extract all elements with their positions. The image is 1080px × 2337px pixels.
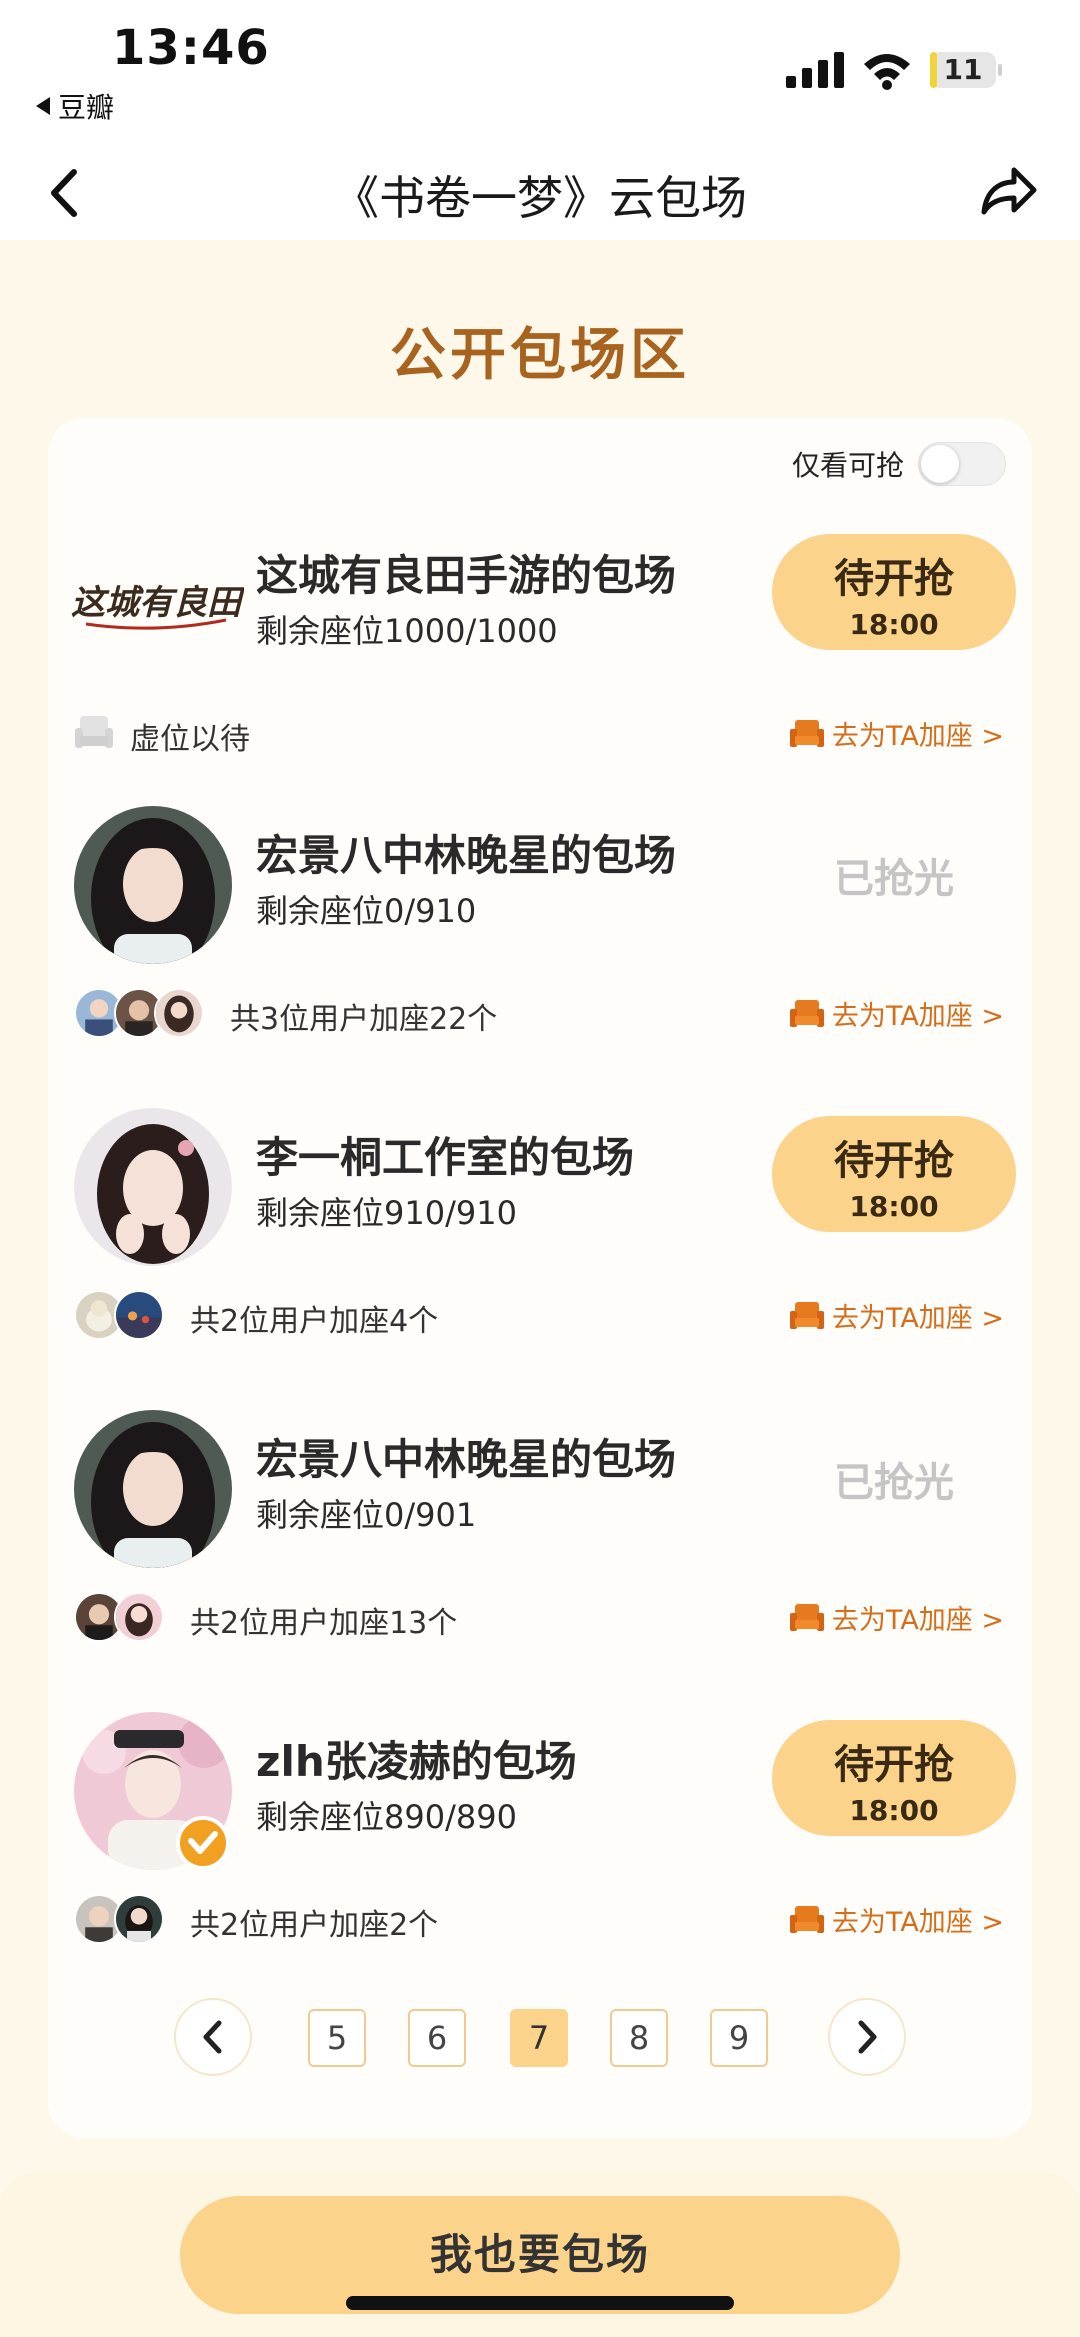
filter-toggle[interactable] bbox=[918, 442, 1006, 486]
item-footer: 虚位以待 去为TA加座 > bbox=[48, 708, 1032, 758]
back-app-label: 豆瓣 bbox=[58, 91, 115, 124]
status-bar: 13:46 豆瓣 11 bbox=[0, 0, 1080, 150]
sofa-icon bbox=[789, 999, 824, 1027]
contributor-avatar bbox=[154, 988, 204, 1038]
contributor-avatars bbox=[74, 1290, 164, 1340]
sofa-icon bbox=[789, 719, 824, 747]
footer-text: 共2位用户加座2个 bbox=[190, 1908, 439, 1943]
pagination: 5 6 7 8 9 bbox=[48, 1998, 1032, 2078]
grab-pending-button[interactable]: 待开抢 18:00 bbox=[772, 1116, 1016, 1232]
screening-title: 这城有良田手游的包场 bbox=[256, 551, 677, 600]
next-page-button[interactable] bbox=[828, 1998, 906, 2076]
page-8[interactable]: 8 bbox=[610, 2009, 668, 2067]
grab-start-time: 18:00 bbox=[849, 1794, 939, 1827]
screening-item[interactable]: 宏景八中林晚星的包场 剩余座位0/910 已抢光 共3位用户加座22个 去为TA… bbox=[48, 806, 1032, 1106]
filter-label: 仅看可抢 bbox=[791, 449, 904, 482]
add-seat-label: 去为TA加座 > bbox=[831, 1303, 1004, 1334]
screening-title: 李一桐工作室的包场 bbox=[256, 1133, 635, 1182]
contributor-avatars bbox=[74, 1894, 164, 1944]
remaining-seats: 剩余座位890/890 bbox=[256, 1798, 517, 1836]
grab-pending-button[interactable]: 待开抢 18:00 bbox=[772, 534, 1016, 650]
page-9[interactable]: 9 bbox=[710, 2009, 768, 2067]
grab-status-label: 待开抢 bbox=[834, 556, 954, 602]
cellular-signal-icon bbox=[786, 52, 844, 88]
screening-title: 宏景八中林晚星的包场 bbox=[256, 831, 677, 880]
screening-item[interactable]: 宏景八中林晚星的包场 剩余座位0/901 已抢光 共2位用户加座13个 去为TA… bbox=[48, 1410, 1032, 1710]
add-seat-link[interactable]: 去为TA加座 > bbox=[789, 1900, 1004, 1939]
svg-text:这城有良田: 这城有良田 bbox=[71, 583, 244, 623]
grab-start-time: 18:00 bbox=[849, 608, 939, 641]
nav-bar: 《书卷一梦》云包场 bbox=[0, 150, 1080, 240]
status-time: 13:46 bbox=[112, 20, 270, 76]
footer-text: 共2位用户加座13个 bbox=[190, 1606, 458, 1641]
share-arrow-icon[interactable] bbox=[976, 158, 1040, 222]
page-title: 《书卷一梦》云包场 bbox=[333, 171, 747, 225]
back-triangle-icon bbox=[36, 97, 50, 115]
item-footer: 共2位用户加座2个 去为TA加座 > bbox=[48, 1894, 1032, 1944]
battery-level: 11 bbox=[943, 53, 983, 86]
back-to-app-link[interactable]: 豆瓣 bbox=[36, 86, 114, 126]
add-seat-link[interactable]: 去为TA加座 > bbox=[789, 994, 1004, 1033]
contributor-avatars bbox=[74, 988, 204, 1038]
public-screening-list: 仅看可抢 这城有良田 这城有良田手游的包场 剩余座位1000/1000 待开抢 … bbox=[48, 418, 1032, 2138]
grab-status-label: 待开抢 bbox=[834, 1138, 954, 1184]
chevron-left-icon bbox=[203, 2020, 222, 2054]
add-seat-link[interactable]: 去为TA加座 > bbox=[789, 1296, 1004, 1335]
remaining-seats: 剩余座位1000/1000 bbox=[256, 612, 558, 650]
remaining-seats: 剩余座位0/910 bbox=[256, 892, 477, 930]
screening-title: 宏景八中林晚星的包场 bbox=[256, 1435, 677, 1484]
host-avatar bbox=[74, 1108, 232, 1266]
chevron-right-icon bbox=[858, 2020, 877, 2054]
filter-available-only[interactable]: 仅看可抢 bbox=[792, 442, 1006, 486]
section-title: 公开包场区 bbox=[390, 323, 690, 388]
grab-start-time: 18:00 bbox=[849, 1190, 939, 1223]
home-indicator bbox=[346, 2296, 734, 2310]
add-seat-link[interactable]: 去为TA加座 > bbox=[789, 1598, 1004, 1637]
sofa-icon bbox=[789, 1905, 824, 1933]
verified-badge-icon bbox=[176, 1816, 230, 1870]
page-5[interactable]: 5 bbox=[308, 2009, 366, 2067]
host-avatar bbox=[74, 1410, 232, 1568]
empty-seat-icon bbox=[75, 716, 113, 748]
remaining-seats: 剩余座位910/910 bbox=[256, 1194, 517, 1232]
add-seat-label: 去为TA加座 > bbox=[831, 1907, 1004, 1938]
footer-text: 虚位以待 bbox=[130, 722, 250, 757]
grab-status-label: 待开抢 bbox=[834, 1742, 954, 1788]
game-logo-image: 这城有良田 bbox=[68, 546, 244, 656]
add-seat-label: 去为TA加座 > bbox=[831, 721, 1004, 752]
screening-item[interactable]: zlh张凌赫的包场 剩余座位890/890 待开抢 18:00 共2位用户加座2… bbox=[48, 1712, 1032, 2012]
footer-text: 共3位用户加座22个 bbox=[230, 1002, 498, 1037]
bottom-action-bar: 我也要包场 bbox=[0, 2172, 1080, 2337]
contributor-avatars bbox=[74, 1592, 164, 1642]
sofa-icon bbox=[789, 1301, 824, 1329]
item-footer: 共2位用户加座13个 去为TA加座 > bbox=[48, 1592, 1032, 1642]
contributor-avatar bbox=[114, 1592, 164, 1642]
add-seat-label: 去为TA加座 > bbox=[831, 1605, 1004, 1636]
add-seat-label: 去为TA加座 > bbox=[831, 1001, 1004, 1032]
grab-pending-button[interactable]: 待开抢 18:00 bbox=[772, 1720, 1016, 1836]
sofa-icon bbox=[789, 1603, 824, 1631]
page-6[interactable]: 6 bbox=[408, 2009, 466, 2067]
remaining-seats: 剩余座位0/901 bbox=[256, 1496, 477, 1534]
prev-page-button[interactable] bbox=[174, 1998, 252, 2076]
item-footer: 共2位用户加座4个 去为TA加座 > bbox=[48, 1290, 1032, 1340]
page-7[interactable]: 7 bbox=[510, 2009, 568, 2067]
contributor-avatar bbox=[114, 1894, 164, 1944]
sold-out-label: 已抢光 bbox=[834, 1460, 954, 1506]
contributor-avatar bbox=[114, 1290, 164, 1340]
battery-indicator: 11 bbox=[930, 52, 1002, 88]
footer-text: 共2位用户加座4个 bbox=[190, 1304, 439, 1339]
item-footer: 共3位用户加座22个 去为TA加座 > bbox=[48, 988, 1032, 1038]
screening-item[interactable]: 李一桐工作室的包场 剩余座位910/910 待开抢 18:00 共2位用户加座4… bbox=[48, 1108, 1032, 1408]
sold-out-label: 已抢光 bbox=[834, 856, 954, 902]
add-seat-link[interactable]: 去为TA加座 > bbox=[789, 714, 1004, 753]
screening-title: zlh张凌赫的包场 bbox=[256, 1737, 577, 1786]
host-avatar bbox=[74, 806, 232, 964]
wifi-icon bbox=[864, 54, 910, 90]
screening-item[interactable]: 这城有良田 这城有良田手游的包场 剩余座位1000/1000 待开抢 18:00… bbox=[48, 526, 1032, 826]
